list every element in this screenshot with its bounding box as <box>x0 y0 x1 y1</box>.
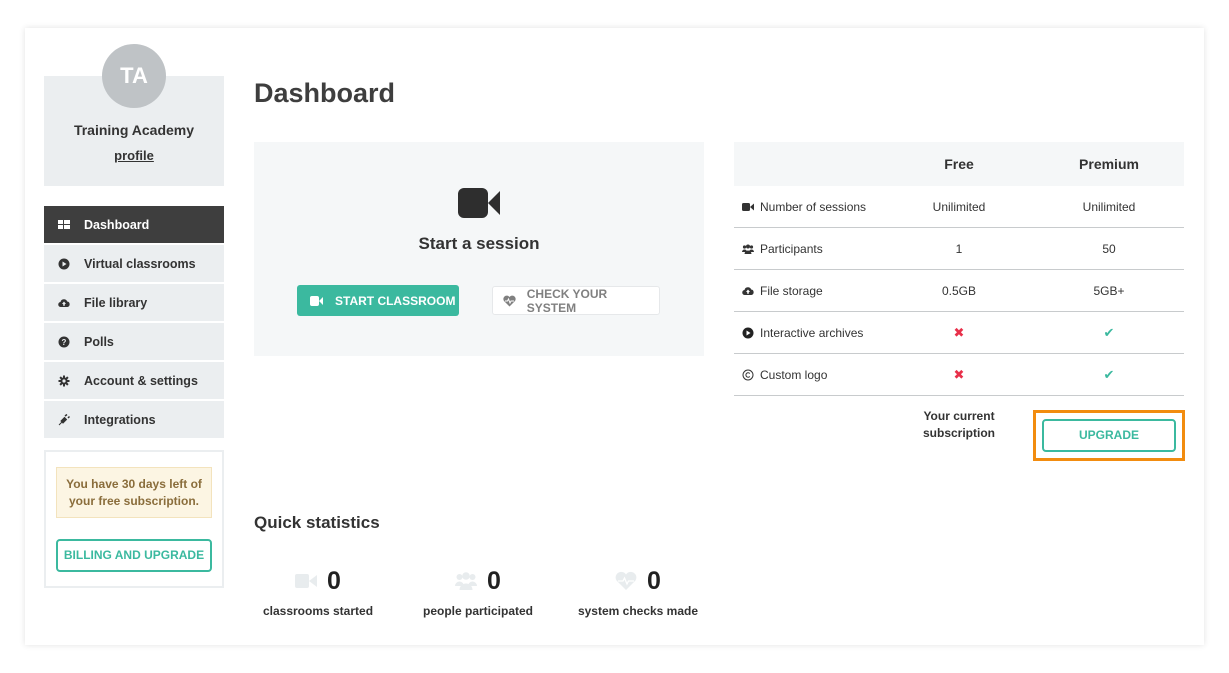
play-circle-icon <box>742 327 754 338</box>
free-value: 0.5GB <box>941 283 977 298</box>
subscription-notice: You have 30 days left of your free subsc… <box>56 467 212 518</box>
svg-text:?: ? <box>62 338 67 347</box>
feature-label: File storage <box>760 283 823 298</box>
feature-label: Participants <box>760 241 823 256</box>
table-row: Participants 1 50 <box>734 228 1184 270</box>
billing-and-upgrade-button[interactable]: BILLING AND UPGRADE <box>56 539 212 572</box>
quick-statistics-title: Quick statistics <box>254 513 380 532</box>
sidebar-item-file-library[interactable]: File library <box>44 284 224 321</box>
check-your-system-button[interactable]: CHECK YOUR SYSTEM <box>492 286 660 315</box>
stat-label: people participated <box>422 604 534 618</box>
current-subscription-label: Your current subscription <box>922 409 995 440</box>
users-icon <box>455 572 478 590</box>
video-camera-icon <box>458 188 500 218</box>
stat-classrooms-started: 0 classrooms started <box>228 566 408 619</box>
users-icon <box>742 244 754 254</box>
stat-value: 0 <box>487 566 501 595</box>
sidebar-item-label: Dashboard <box>84 217 150 232</box>
header-free: Free <box>944 156 974 172</box>
free-cross-icon: ✖ <box>953 324 965 340</box>
stat-value: 0 <box>647 566 661 595</box>
free-value: Unilimited <box>932 199 986 214</box>
sidebar-item-label: Virtual classrooms <box>84 256 196 271</box>
start-classroom-button[interactable]: START CLASSROOM <box>297 285 459 316</box>
video-camera-icon <box>297 295 335 306</box>
gear-icon <box>44 375 84 387</box>
header-premium: Premium <box>1079 156 1139 172</box>
table-row: Custom logo ✖ ✔ <box>734 354 1184 396</box>
sidebar-item-label: File library <box>84 295 148 310</box>
premium-check-icon: ✔ <box>1103 366 1115 382</box>
avatar[interactable]: TA <box>102 44 166 108</box>
free-cross-icon: ✖ <box>953 366 965 382</box>
video-camera-icon <box>295 574 318 588</box>
heartbeat-icon <box>615 571 637 590</box>
video-camera-icon <box>742 202 754 211</box>
cloud-upload-icon <box>44 297 84 309</box>
sidebar-item-label: Integrations <box>84 412 156 427</box>
grid-icon <box>44 219 84 231</box>
feature-label: Interactive archives <box>760 325 864 340</box>
sidebar-nav: Dashboard Virtual classrooms File librar… <box>44 206 224 440</box>
start-classroom-label: START CLASSROOM <box>335 293 456 308</box>
table-row: File storage 0.5GB 5GB+ <box>734 270 1184 312</box>
stat-system-checks-made: 0 system checks made <box>548 566 728 619</box>
upgrade-button[interactable]: UPGRADE <box>1042 419 1176 452</box>
cloud-upload-icon <box>742 286 754 295</box>
profile-name: Training Academy <box>73 122 195 138</box>
table-header: Free Premium <box>734 142 1184 186</box>
feature-label: Number of sessions <box>760 199 867 214</box>
plans-comparison-table: Free Premium Number of sessions Unilimit… <box>734 142 1184 396</box>
sidebar-item-polls[interactable]: ? Polls <box>44 323 224 360</box>
free-value: 1 <box>955 241 963 256</box>
sidebar-item-label: Account & settings <box>84 373 198 388</box>
premium-value: 50 <box>1102 241 1116 256</box>
subscription-box: You have 30 days left of your free subsc… <box>44 450 224 588</box>
check-your-system-label: CHECK YOUR SYSTEM <box>526 286 608 315</box>
page-title: Dashboard <box>254 78 396 108</box>
sidebar-item-virtual-classrooms[interactable]: Virtual classrooms <box>44 245 224 282</box>
table-row: Number of sessions Unilimited Unilimited <box>734 186 1184 228</box>
stat-people-participated: 0 people participated <box>388 566 568 619</box>
stat-label: classrooms started <box>262 604 374 618</box>
copyright-icon <box>742 369 754 380</box>
heartbeat-icon <box>493 295 527 307</box>
stat-value: 0 <box>327 566 341 595</box>
sidebar-item-account-settings[interactable]: Account & settings <box>44 362 224 399</box>
question-circle-icon: ? <box>44 336 84 348</box>
sidebar-item-label: Polls <box>84 334 114 349</box>
sidebar-item-dashboard[interactable]: Dashboard <box>44 206 224 243</box>
table-row: Interactive archives ✖ ✔ <box>734 312 1184 354</box>
session-title: Start a session <box>418 234 540 253</box>
profile-link[interactable]: profile <box>44 148 224 163</box>
play-circle-icon <box>44 258 84 270</box>
premium-value: 5GB+ <box>1093 283 1125 298</box>
feature-label: Custom logo <box>760 367 828 382</box>
premium-check-icon: ✔ <box>1103 324 1115 340</box>
premium-value: Unilimited <box>1082 199 1136 214</box>
start-session-panel: Start a session START CLASSROOM CHECK YO… <box>254 142 704 356</box>
sidebar-item-integrations[interactable]: Integrations <box>44 401 224 438</box>
plug-icon <box>44 413 84 426</box>
stat-label: system checks made <box>577 604 699 618</box>
dashboard-card: TA Training Academy profile Dashboard Vi… <box>25 28 1204 645</box>
